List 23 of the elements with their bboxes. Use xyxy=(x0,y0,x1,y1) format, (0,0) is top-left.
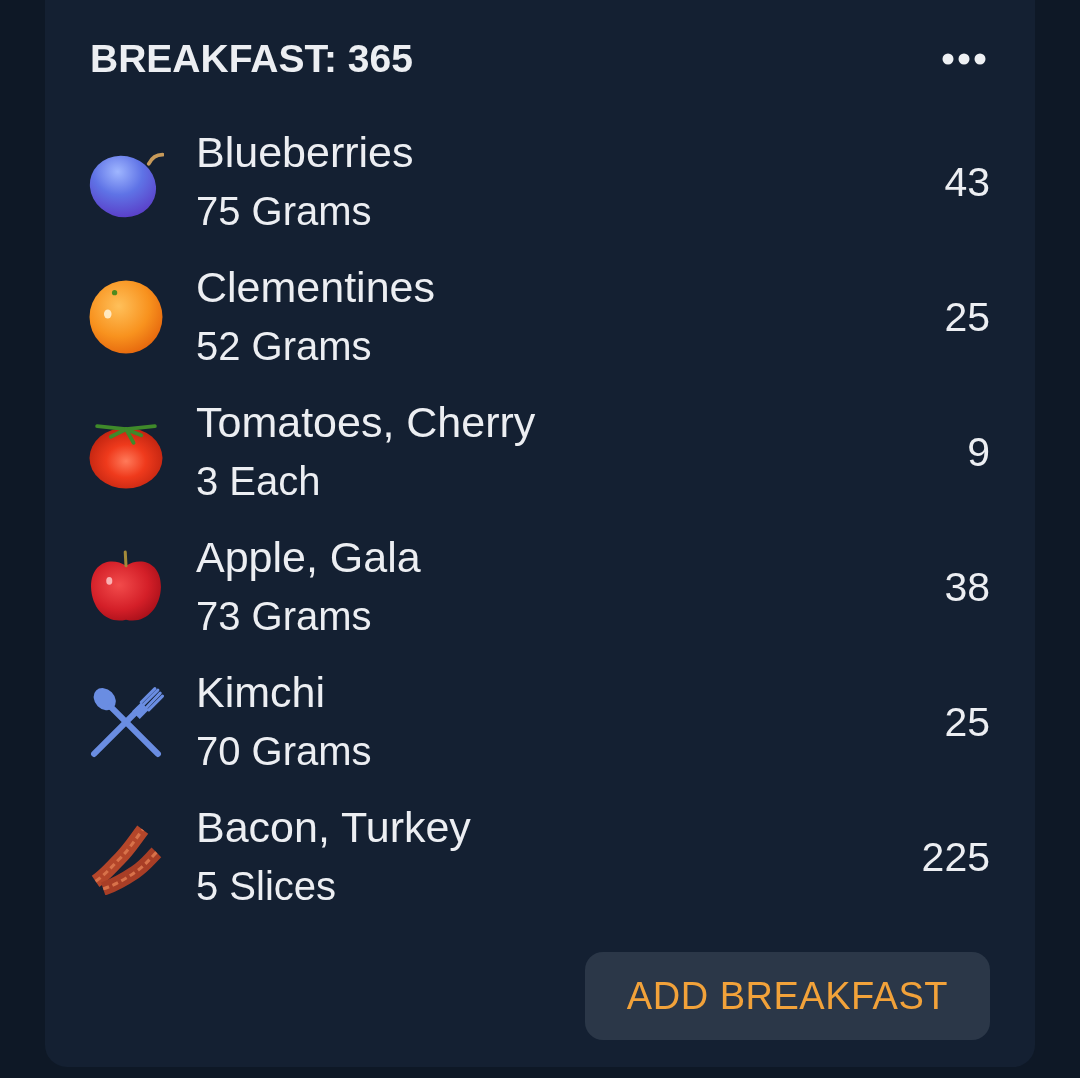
serving-size: 3 Each xyxy=(196,457,321,505)
food-name: Tomatoes, Cherry xyxy=(196,396,536,448)
serving-size: 70 Grams xyxy=(196,727,372,775)
food-name: Apple, Gala xyxy=(196,531,421,583)
calorie-count: 43 xyxy=(944,157,990,207)
serving-size: 75 Grams xyxy=(196,187,372,235)
calorie-count: 38 xyxy=(944,562,990,612)
calorie-count: 25 xyxy=(944,292,990,342)
serving-size: 73 Grams xyxy=(196,592,372,640)
serving-size: 52 Grams xyxy=(196,322,372,370)
add-breakfast-button[interactable]: ADD BREAKFAST xyxy=(584,952,990,1040)
more-button[interactable] xyxy=(942,53,986,65)
more-icon xyxy=(942,53,986,65)
serving-size: 5 Slices xyxy=(196,862,337,910)
calorie-count: 225 xyxy=(921,832,990,882)
meal-title: BREAKFAST: 365 xyxy=(90,36,413,82)
calorie-count: 25 xyxy=(944,697,990,747)
food-name: Blueberries xyxy=(196,126,414,178)
food-name: Bacon, Turkey xyxy=(196,801,471,853)
food-name: Clementines xyxy=(196,261,435,313)
food-name: Kimchi xyxy=(196,666,326,718)
clementine-icon xyxy=(88,278,164,355)
calorie-count: 9 xyxy=(967,427,990,477)
